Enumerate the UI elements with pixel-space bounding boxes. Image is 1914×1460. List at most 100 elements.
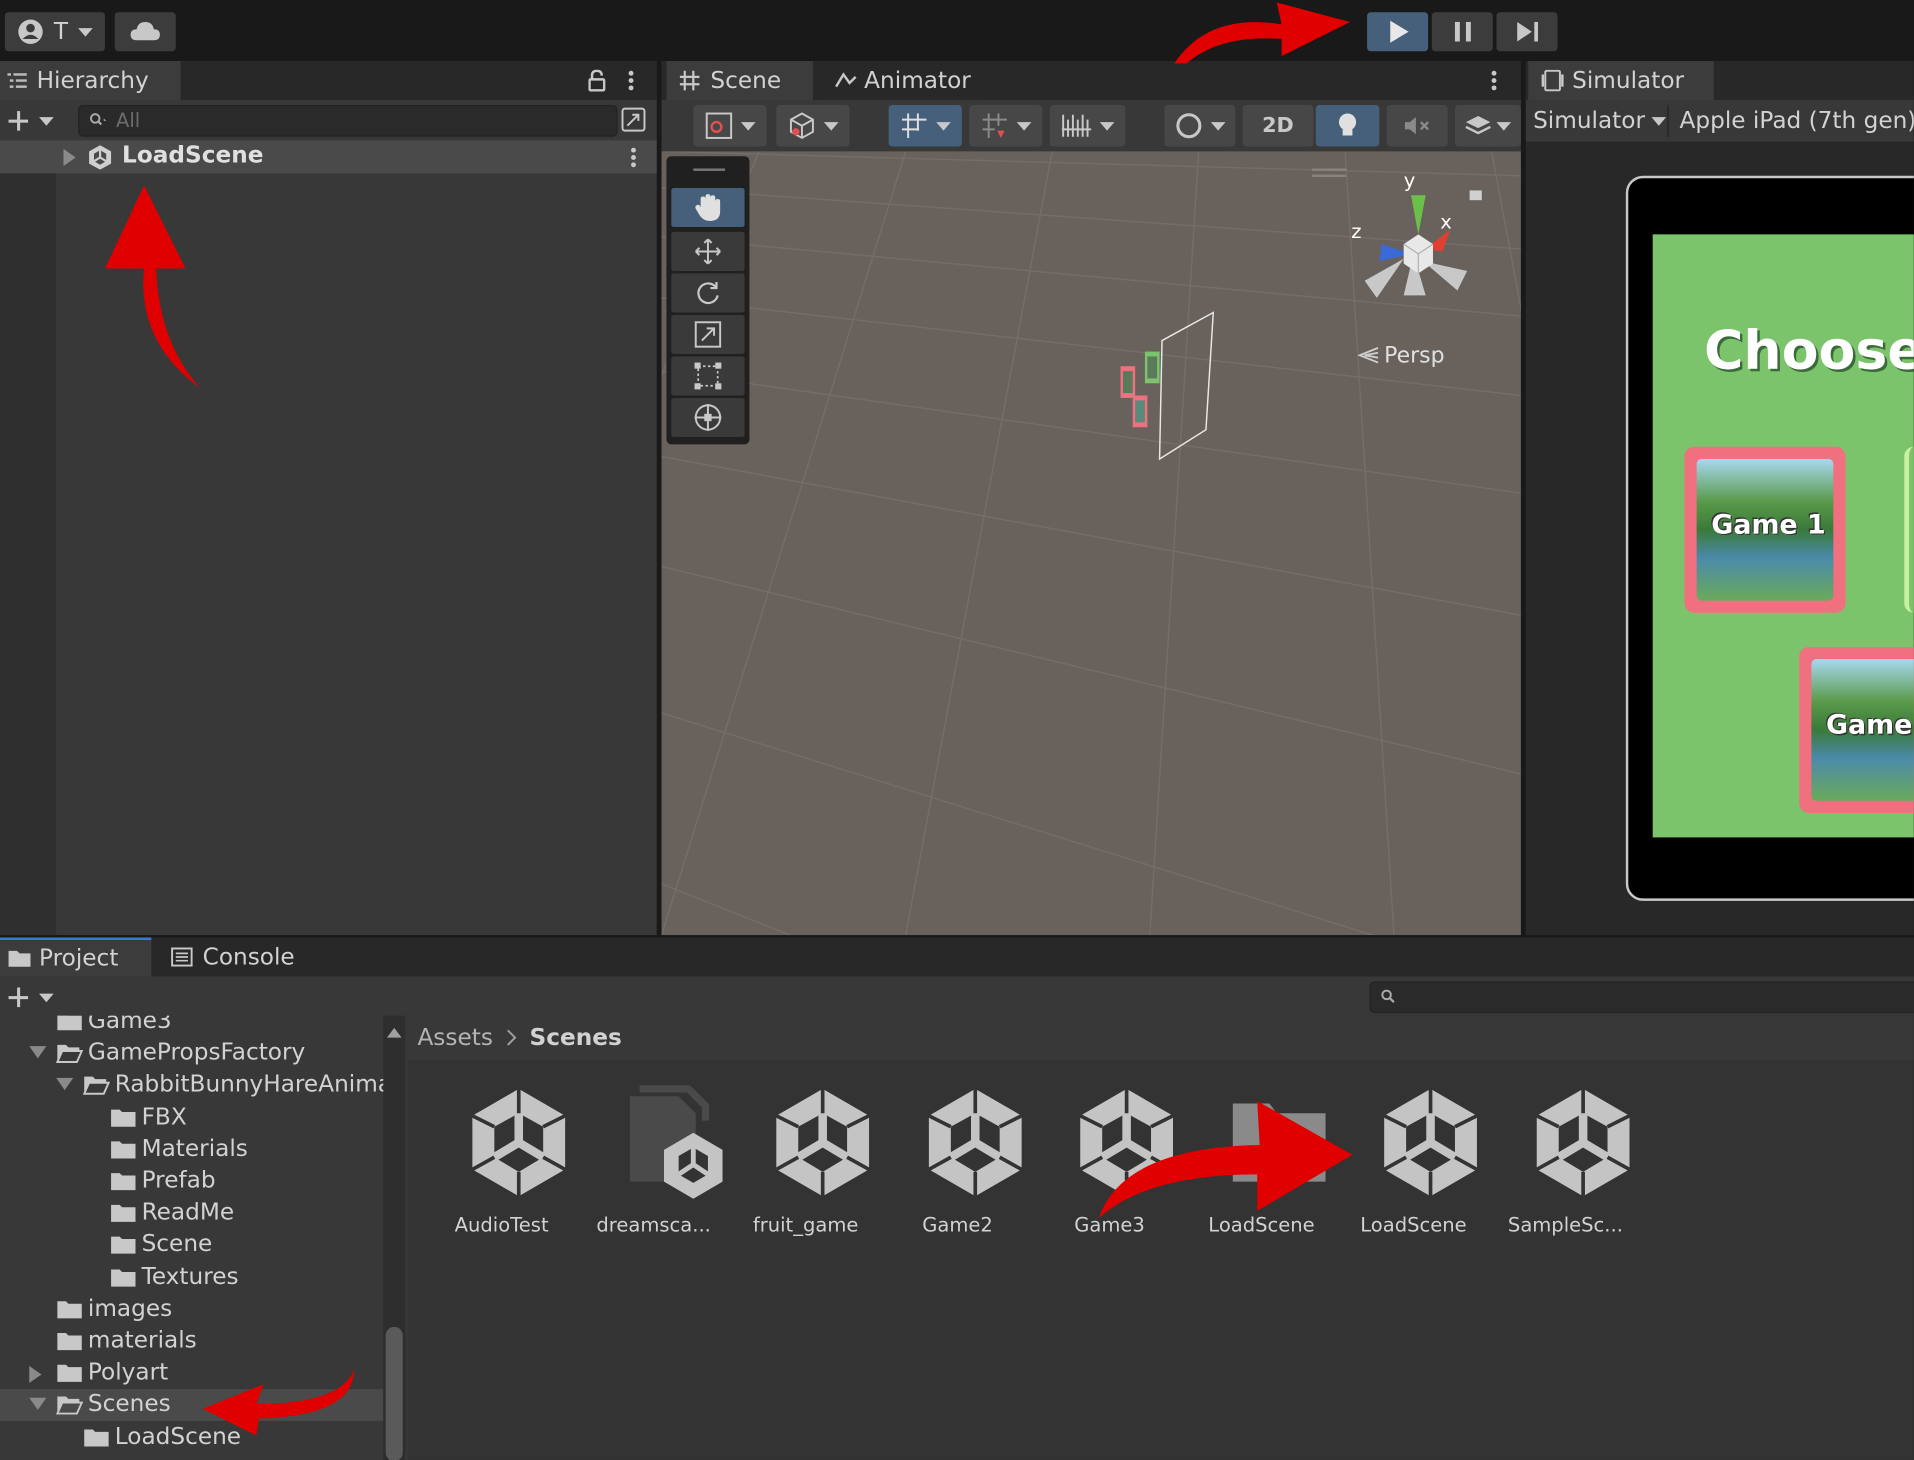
folder-open-icon bbox=[56, 1395, 90, 1417]
projection-toggle[interactable]: Persp bbox=[1357, 339, 1445, 371]
tree-item-readme[interactable]: ReadMe bbox=[0, 1198, 383, 1230]
2d-toggle[interactable]: 2D bbox=[1242, 104, 1314, 147]
audio-toggle[interactable] bbox=[1386, 104, 1448, 147]
2d-label: 2D bbox=[1262, 113, 1294, 138]
tree-item-polyart[interactable]: Polyart bbox=[0, 1358, 383, 1390]
asset-item-loadscene[interactable]: LoadScene bbox=[1193, 1084, 1330, 1243]
chevron-down-icon bbox=[740, 121, 756, 131]
add-icon[interactable] bbox=[7, 110, 54, 132]
expanded-arrow-icon[interactable] bbox=[56, 1078, 74, 1091]
scale-tool[interactable] bbox=[671, 314, 745, 355]
asset-item-fruit-game[interactable]: fruit_game bbox=[737, 1084, 874, 1243]
asset-item-game2[interactable]: Game2 bbox=[889, 1084, 1026, 1243]
game-card-2-partial bbox=[1904, 446, 1914, 613]
breadcrumb-scenes[interactable]: Scenes bbox=[530, 1024, 622, 1051]
chevron-down-icon bbox=[77, 27, 93, 37]
tree-item-textures[interactable]: Textures bbox=[0, 1262, 383, 1294]
folder-icon bbox=[56, 1363, 90, 1385]
expanded-arrow-icon[interactable] bbox=[29, 1398, 47, 1411]
hierarchy-search-input[interactable]: All bbox=[78, 104, 618, 137]
tab-console[interactable]: Console bbox=[158, 937, 318, 977]
collapsed-arrow-icon[interactable] bbox=[29, 1366, 42, 1384]
more-options-icon[interactable] bbox=[627, 70, 634, 92]
effects-dropdown[interactable] bbox=[1454, 104, 1521, 147]
rotate-tool[interactable] bbox=[671, 273, 745, 313]
asset-item-samplesc-[interactable]: SampleSc... bbox=[1497, 1084, 1634, 1243]
scene-tabbar: Scene Animator bbox=[661, 61, 1521, 101]
orientation-gizmo[interactable] bbox=[1345, 176, 1491, 335]
tree-item-rabbitbunnyhareanima[interactable]: RabbitBunnyHareAnima bbox=[0, 1070, 392, 1102]
asset-item-game3[interactable]: Game3 bbox=[1041, 1084, 1178, 1243]
shading-mode-dropdown[interactable] bbox=[1164, 104, 1236, 147]
game-card-2[interactable]: Game bbox=[1799, 646, 1914, 813]
tree-item-game3[interactable]: Game3 bbox=[0, 1015, 383, 1038]
unity-scene-icon bbox=[87, 144, 114, 171]
game-card-1[interactable]: Game 1 bbox=[1684, 446, 1846, 613]
tree-item-images[interactable]: images bbox=[0, 1294, 383, 1326]
tree-item-fbx[interactable]: FBX bbox=[0, 1102, 383, 1134]
layers-icon bbox=[1465, 114, 1492, 138]
tree-item-loadscene[interactable]: LoadScene bbox=[0, 1422, 383, 1454]
play-button[interactable] bbox=[1367, 12, 1429, 52]
project-search-input[interactable] bbox=[1369, 981, 1914, 1014]
animator-icon bbox=[835, 71, 857, 91]
tab-project[interactable]: Project bbox=[0, 937, 152, 977]
tree-item-label: FBX bbox=[141, 1103, 187, 1130]
simulator-screen[interactable]: Choose a Game 1 Game bbox=[1652, 234, 1914, 838]
tree-item-scenes[interactable]: Scenes bbox=[0, 1389, 384, 1422]
pause-button[interactable] bbox=[1431, 12, 1493, 52]
grid-snap-toggle[interactable] bbox=[888, 104, 962, 147]
projection-label: Persp bbox=[1384, 342, 1445, 369]
tree-item-scene[interactable]: Scene bbox=[0, 1230, 383, 1262]
cloud-button[interactable] bbox=[114, 12, 176, 52]
asset-item-dreamsca-[interactable]: dreamsca... bbox=[585, 1084, 722, 1243]
increment-snap-icon bbox=[980, 111, 1009, 140]
asset-item-loadscene[interactable]: LoadScene bbox=[1345, 1084, 1482, 1243]
tab-scene[interactable]: Scene bbox=[666, 61, 813, 101]
tree-item-prefab[interactable]: Prefab bbox=[0, 1166, 383, 1198]
tab-animator[interactable]: Animator bbox=[822, 61, 982, 101]
tree-item-label: materials bbox=[87, 1326, 197, 1354]
grid-visibility-dropdown[interactable] bbox=[1049, 104, 1126, 147]
hash-icon bbox=[679, 70, 701, 92]
increment-snap-dropdown[interactable] bbox=[969, 104, 1043, 147]
scroll-up-icon[interactable] bbox=[386, 1027, 402, 1038]
tab-hierarchy[interactable]: Hierarchy bbox=[0, 61, 181, 101]
hand-tool[interactable] bbox=[671, 187, 745, 228]
account-dropdown[interactable]: T bbox=[4, 12, 105, 52]
tree-item-materials[interactable]: materials bbox=[0, 1326, 383, 1358]
tree-scrollbar[interactable] bbox=[383, 1015, 406, 1460]
rect-tool[interactable] bbox=[671, 356, 745, 396]
scene-viewport[interactable]: y x z Persp bbox=[661, 151, 1521, 936]
scene-visibility-icon[interactable] bbox=[621, 107, 646, 132]
simulator-mode-label: Simulator bbox=[1533, 107, 1646, 135]
render-mode-dropdown[interactable] bbox=[776, 104, 850, 147]
expand-arrow-icon[interactable] bbox=[63, 148, 76, 167]
add-icon[interactable] bbox=[7, 986, 54, 1008]
transform-tool[interactable] bbox=[671, 397, 745, 438]
hierarchy-row-loadscene[interactable]: LoadScene bbox=[0, 140, 657, 174]
gizmo-y-label: y bbox=[1403, 168, 1416, 192]
scale-icon bbox=[693, 320, 722, 349]
tree-item-gamepropsfactory[interactable]: GamePropsFactory bbox=[0, 1038, 383, 1070]
game-card-2-label: Game bbox=[1826, 710, 1913, 741]
lighting-toggle[interactable] bbox=[1315, 104, 1380, 147]
grid-snap-icon bbox=[900, 111, 929, 140]
tree-item-materials[interactable]: Materials bbox=[0, 1134, 383, 1166]
lock-icon[interactable] bbox=[588, 69, 606, 92]
breadcrumb-assets[interactable]: Assets bbox=[417, 1024, 492, 1051]
asset-item-audiotest[interactable]: AudioTest bbox=[433, 1084, 570, 1243]
draw-mode-dropdown[interactable] bbox=[693, 104, 767, 147]
simulator-mode-dropdown[interactable]: Simulator bbox=[1526, 100, 1666, 142]
console-icon bbox=[171, 947, 193, 967]
scroll-thumb[interactable] bbox=[385, 1326, 403, 1460]
cloud-icon bbox=[129, 21, 161, 43]
move-tool[interactable] bbox=[671, 231, 745, 271]
expanded-arrow-icon[interactable] bbox=[29, 1046, 47, 1059]
device-dropdown[interactable]: Apple iPad (7th gen) bbox=[1672, 100, 1914, 142]
gizmo-x-label: x bbox=[1440, 209, 1452, 234]
step-button[interactable] bbox=[1496, 12, 1558, 52]
tab-simulator[interactable]: Simulator bbox=[1528, 61, 1714, 101]
more-options-icon[interactable] bbox=[630, 146, 637, 168]
more-options-icon[interactable] bbox=[1490, 70, 1497, 92]
